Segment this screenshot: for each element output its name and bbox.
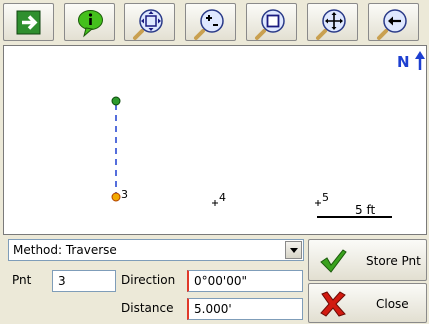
direction-field[interactable]: 0°00'00" — [187, 270, 303, 292]
pan-icon — [316, 9, 346, 40]
zoom-previous-icon — [377, 9, 407, 40]
direction-label: Direction — [121, 273, 176, 287]
distance-label: Distance — [121, 301, 174, 315]
pnt-label: Pnt — [12, 273, 32, 287]
point-label-4: 4 — [219, 191, 226, 204]
scale-label: 5 ft — [355, 203, 375, 217]
north-arrow-icon — [415, 51, 425, 70]
zoom-extents-icon — [133, 9, 163, 40]
point-4-marker[interactable] — [212, 200, 218, 206]
zoom-previous-button[interactable] — [368, 3, 419, 41]
checkmark-icon — [320, 249, 347, 273]
zoom-in-out-icon — [194, 9, 224, 40]
method-dropdown-button[interactable] — [285, 241, 302, 259]
exit-arrow-icon — [16, 10, 41, 35]
point-label-3: 3 — [121, 188, 128, 201]
pnt-value: 3 — [58, 274, 66, 288]
info-button[interactable] — [64, 3, 115, 41]
info-balloon-icon — [78, 10, 103, 38]
zoom-in-out-button[interactable] — [185, 3, 236, 41]
north-label: N — [397, 53, 410, 71]
distance-value: 5.000' — [194, 302, 232, 316]
point-5-marker[interactable] — [315, 200, 321, 206]
close-x-icon — [320, 291, 346, 317]
chevron-down-icon — [290, 248, 298, 253]
start-point-marker[interactable] — [111, 96, 121, 106]
map-canvas[interactable]: N 3 4 5 5 ft — [4, 46, 427, 235]
distance-field[interactable]: 5.000' — [187, 298, 303, 320]
store-point-label: Store Pnt — [366, 254, 421, 268]
point-label-5: 5 — [322, 191, 329, 204]
zoom-window-button[interactable] — [246, 3, 297, 41]
close-button[interactable]: Close — [308, 283, 427, 323]
method-value: Method: Traverse — [13, 243, 117, 257]
pnt-field[interactable]: 3 — [52, 270, 116, 292]
exit-button[interactable] — [3, 3, 54, 41]
close-label: Close — [376, 297, 409, 311]
zoom-window-icon — [255, 9, 285, 40]
pan-button[interactable] — [307, 3, 358, 41]
zoom-extents-button[interactable] — [124, 3, 175, 41]
store-point-button[interactable]: Store Pnt — [308, 239, 427, 281]
toolbar — [0, 0, 429, 44]
method-select[interactable]: Method: Traverse — [8, 239, 304, 261]
direction-value: 0°00'00" — [194, 274, 247, 288]
map-view[interactable]: N 3 4 5 5 ft — [3, 45, 427, 235]
current-point-marker[interactable] — [111, 192, 121, 202]
